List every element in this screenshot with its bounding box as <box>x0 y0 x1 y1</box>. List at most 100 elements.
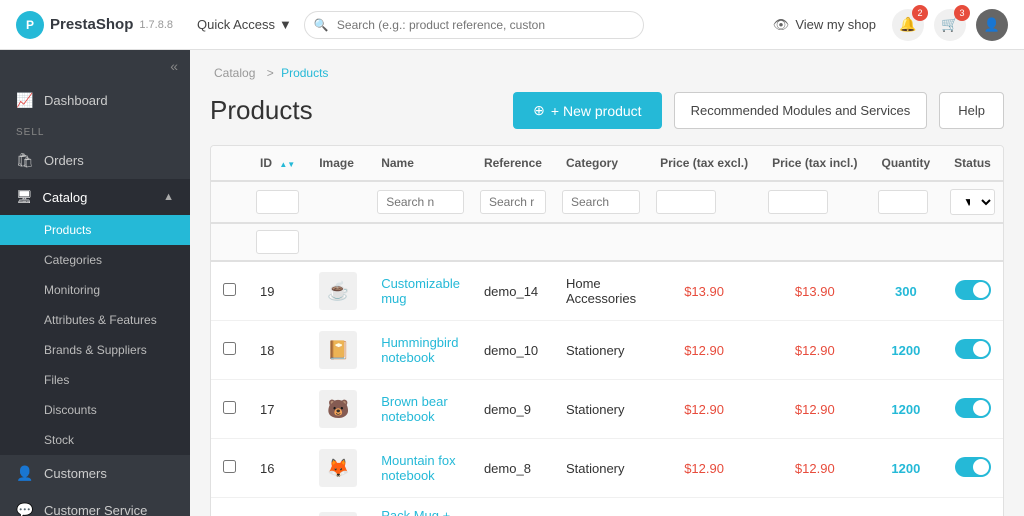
sidebar-item-brands[interactable]: Brands & Suppliers <box>0 335 190 365</box>
orders-icon: 🛍 <box>16 152 34 169</box>
cart-badge: 3 <box>954 5 970 21</box>
products-table: ID ▲▼ Image Name Reference Category Pric… <box>211 146 1004 516</box>
product-image: ☕ <box>319 272 357 310</box>
product-name-link[interactable]: Mountain fox notebook <box>381 453 455 483</box>
quantity-value: 1200 <box>891 402 920 417</box>
dashboard-icon: 📈 <box>16 92 34 109</box>
global-search-input[interactable] <box>304 11 644 39</box>
sidebar-item-discounts[interactable]: Discounts <box>0 395 190 425</box>
cart-button[interactable]: 🛒 3 <box>934 9 966 41</box>
global-search: 🔍 <box>304 11 644 39</box>
table-row: 16 🦊 Mountain fox notebook demo_8 Statio… <box>211 439 1004 498</box>
filter-status-select[interactable]: ▼ Active Inactive <box>950 189 995 215</box>
row-category: Home Accessories <box>554 261 648 321</box>
col-price-excl: Price (tax excl.) <box>648 146 760 181</box>
sidebar-item-dashboard[interactable]: 📈 Dashboard <box>0 82 190 119</box>
filter-category-input[interactable] <box>562 190 640 214</box>
product-image: 🖼️ <box>319 512 357 516</box>
sidebar-item-customer-service[interactable]: 💬 Customer Service <box>0 492 190 516</box>
sidebar-item-customers[interactable]: 👤 Customers <box>0 455 190 492</box>
breadcrumb-separator: > <box>267 66 277 80</box>
new-product-button[interactable]: ⊕ + New product <box>513 92 661 129</box>
nav-icons: 🔔 2 🛒 3 👤 <box>892 9 1008 41</box>
quick-access-button[interactable]: Quick Access ▼ <box>197 17 292 32</box>
status-toggle[interactable] <box>955 280 991 300</box>
products-table-container: ID ▲▼ Image Name Reference Category Pric… <box>210 145 1004 516</box>
row-id: 18 <box>248 321 307 380</box>
logo-version: 1.7.8.8 <box>139 19 173 31</box>
help-button[interactable]: Help <box>939 92 1004 129</box>
table-row: 18 📔 Hummingbird notebook demo_10 Statio… <box>211 321 1004 380</box>
filter-price-incl-input[interactable] <box>768 190 828 214</box>
sell-section-label: SELL <box>0 119 190 142</box>
filter-quantity-input[interactable] <box>878 190 928 214</box>
filter-price-excl-input[interactable] <box>656 190 716 214</box>
row-status <box>942 439 1003 498</box>
col-actions: Actions <box>1003 146 1004 181</box>
price-incl-value: $12.90 <box>795 402 835 417</box>
sidebar-item-products[interactable]: Products <box>0 215 190 245</box>
filter-reference-input[interactable] <box>480 190 546 214</box>
row-price-excl: $12.90 <box>648 439 760 498</box>
user-avatar-button[interactable]: 👤 <box>976 9 1008 41</box>
eye-icon: 👁 <box>773 17 790 33</box>
row-image: 🖼️ <box>307 498 369 516</box>
row-checkbox[interactable] <box>223 342 236 355</box>
row-checkbox[interactable] <box>223 283 236 296</box>
logo-icon: P <box>16 11 44 39</box>
status-toggle[interactable] <box>955 339 991 359</box>
catalog-label: Catalog <box>43 190 88 205</box>
product-name-link[interactable]: Hummingbird notebook <box>381 335 458 365</box>
row-name: Pack Mug + Framed poster <box>369 498 472 516</box>
sidebar-item-orders[interactable]: 🛍 Orders <box>0 142 190 179</box>
top-navigation: P PrestaShop 1.7.8.8 Quick Access ▼ 🔍 👁 … <box>0 0 1024 50</box>
plus-icon: ⊕ <box>533 102 545 119</box>
breadcrumb-catalog: Catalog <box>214 66 255 80</box>
product-name-link[interactable]: Brown bear notebook <box>381 394 447 424</box>
row-checkbox[interactable] <box>223 460 236 473</box>
product-name-link[interactable]: Customizable mug <box>381 276 460 306</box>
filter-id-input-1[interactable] <box>256 190 299 214</box>
product-name-link[interactable]: Pack Mug + Framed poster <box>381 508 450 516</box>
sidebar-item-files[interactable]: Files <box>0 365 190 395</box>
sidebar-collapse-button[interactable]: « <box>170 58 178 74</box>
filter-row-2 <box>211 223 1004 261</box>
recommended-modules-button[interactable]: Recommended Modules and Services <box>674 92 928 129</box>
sidebar-item-monitoring[interactable]: Monitoring <box>0 275 190 305</box>
table-row: 15 🖼️ Pack Mug + Framed poster demo_21 H… <box>211 498 1004 516</box>
sidebar-item-categories[interactable]: Categories <box>0 245 190 275</box>
col-id[interactable]: ID ▲▼ <box>248 146 307 181</box>
breadcrumb: Catalog > Products <box>210 66 1004 80</box>
catalog-icon: 🖥 <box>16 189 33 205</box>
row-reference: demo_9 <box>472 380 554 439</box>
product-image: 🐻 <box>319 390 357 428</box>
customer-service-label: Customer Service <box>44 503 147 516</box>
nav-right: 👁 View my shop 🔔 2 🛒 3 👤 <box>773 9 1008 41</box>
sidebar-catalog-parent[interactable]: 🖥 Catalog ▲ <box>0 179 190 215</box>
row-id: 17 <box>248 380 307 439</box>
sidebar-item-stock[interactable]: Stock <box>0 425 190 455</box>
notifications-button[interactable]: 🔔 2 <box>892 9 924 41</box>
row-id: 15 <box>248 498 307 516</box>
status-toggle[interactable] <box>955 398 991 418</box>
table-row: 19 ☕ Customizable mug demo_14 Home Acces… <box>211 261 1004 321</box>
status-toggle[interactable] <box>955 457 991 477</box>
price-incl-value: $12.90 <box>795 461 835 476</box>
row-status <box>942 261 1003 321</box>
row-price-incl: $12.90 <box>760 439 869 498</box>
row-category: Home Accessories <box>554 498 648 516</box>
sidebar-item-attributes[interactable]: Attributes & Features <box>0 305 190 335</box>
row-image: 📔 <box>307 321 369 380</box>
row-reference: demo_21 <box>472 498 554 516</box>
view-shop-button[interactable]: 👁 View my shop <box>773 17 876 33</box>
filter-id-input-2[interactable] <box>256 230 299 254</box>
row-actions: ✏ ⋮ <box>1003 498 1004 516</box>
row-price-incl: $12.90 <box>760 380 869 439</box>
row-checkbox[interactable] <box>223 401 236 414</box>
col-price-incl: Price (tax incl.) <box>760 146 869 181</box>
filter-name-input[interactable] <box>377 190 464 214</box>
row-actions: ✏ ⋮ <box>1003 380 1004 439</box>
row-price-incl: $12.90 <box>760 321 869 380</box>
row-price-incl: $35.00 <box>760 498 869 516</box>
breadcrumb-products[interactable]: Products <box>281 66 328 80</box>
